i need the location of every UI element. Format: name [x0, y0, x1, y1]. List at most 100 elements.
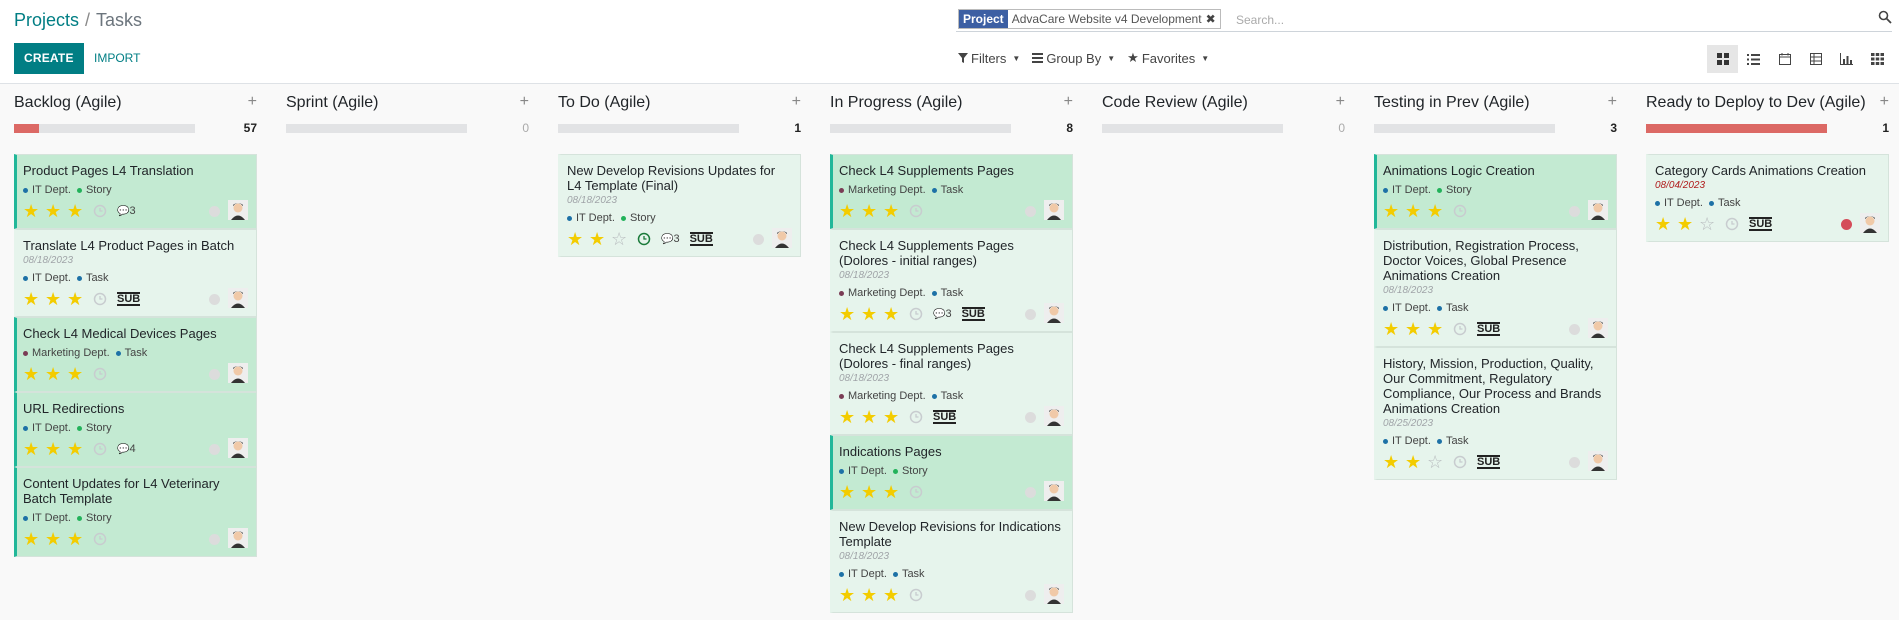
star-filled-icon[interactable]: ★: [861, 407, 883, 428]
favorites-dropdown[interactable]: ★ Favorites ▼: [1127, 50, 1209, 66]
avatar[interactable]: [772, 228, 792, 248]
star-filled-icon[interactable]: ★: [883, 482, 905, 503]
kanban-state-indicator[interactable]: [1841, 219, 1852, 230]
kanban-state-indicator[interactable]: [1025, 590, 1036, 601]
star-filled-icon[interactable]: ★: [883, 585, 905, 606]
filters-dropdown[interactable]: Filters ▼: [958, 50, 1020, 66]
kanban-state-indicator[interactable]: [1569, 324, 1580, 335]
avatar[interactable]: [228, 438, 248, 458]
subtask-icon[interactable]: SUB: [961, 307, 985, 321]
add-task-icon[interactable]: +: [1880, 93, 1889, 111]
grid-view-button[interactable]: [1862, 45, 1893, 73]
subtask-icon[interactable]: SUB: [1749, 217, 1773, 231]
star-filled-icon[interactable]: ★: [45, 201, 67, 222]
task-card[interactable]: Check L4 Supplements Pages Marketing Dept…: [830, 154, 1073, 229]
star-filled-icon[interactable]: ★: [883, 304, 905, 325]
star-filled-icon[interactable]: ★: [589, 229, 611, 250]
star-filled-icon[interactable]: ★: [45, 289, 67, 310]
column-title[interactable]: Sprint (Agile): [286, 94, 506, 112]
search-icon[interactable]: [1878, 10, 1892, 24]
search-input[interactable]: Search...: [1236, 13, 1284, 27]
kanban-state-indicator[interactable]: [753, 234, 764, 245]
task-card[interactable]: Category Cards Animations Creation 08/04/…: [1646, 154, 1889, 242]
calendar-view-button[interactable]: [1769, 45, 1800, 73]
clock-icon[interactable]: [93, 367, 107, 381]
kanban-state-indicator[interactable]: [209, 206, 220, 217]
column-progress-bar[interactable]: [1646, 124, 1827, 133]
clock-icon[interactable]: [1453, 204, 1467, 218]
add-task-icon[interactable]: +: [792, 93, 801, 111]
kanban-state-indicator[interactable]: [1025, 309, 1036, 320]
clock-icon[interactable]: [909, 410, 923, 424]
star-filled-icon[interactable]: ★: [1405, 201, 1427, 222]
star-filled-icon[interactable]: ★: [839, 304, 861, 325]
star-filled-icon[interactable]: ★: [1405, 319, 1427, 340]
add-task-icon[interactable]: +: [1064, 93, 1073, 111]
subtask-icon[interactable]: SUB: [1477, 455, 1501, 469]
avatar[interactable]: [1044, 584, 1064, 604]
star-filled-icon[interactable]: ★: [45, 364, 67, 385]
task-card[interactable]: Content Updates for L4 Veterinary Batch …: [14, 467, 257, 557]
kanban-state-indicator[interactable]: [1025, 412, 1036, 423]
graph-view-button[interactable]: [1831, 45, 1862, 73]
task-card[interactable]: Check L4 Supplements Pages (Dolores - in…: [830, 229, 1073, 332]
star-filled-icon[interactable]: ★: [839, 482, 861, 503]
breadcrumb-projects[interactable]: Projects: [14, 10, 79, 30]
clock-icon[interactable]: [93, 292, 107, 306]
clock-icon[interactable]: [93, 442, 107, 456]
add-task-icon[interactable]: +: [1608, 93, 1617, 111]
star-filled-icon[interactable]: ★: [1655, 214, 1677, 235]
star-filled-icon[interactable]: ★: [839, 201, 861, 222]
avatar[interactable]: [228, 200, 248, 220]
column-progress-bar[interactable]: [14, 124, 195, 133]
star-filled-icon[interactable]: ★: [45, 529, 67, 550]
star-filled-icon[interactable]: ★: [23, 364, 45, 385]
avatar[interactable]: [1044, 481, 1064, 501]
subtask-icon[interactable]: SUB: [1477, 322, 1501, 336]
star-empty-icon[interactable]: ☆: [611, 229, 633, 250]
star-filled-icon[interactable]: ★: [861, 585, 883, 606]
star-filled-icon[interactable]: ★: [67, 201, 89, 222]
column-progress-bar[interactable]: [830, 124, 1011, 133]
star-filled-icon[interactable]: ★: [1677, 214, 1699, 235]
clock-icon[interactable]: [1453, 322, 1467, 336]
star-filled-icon[interactable]: ★: [23, 289, 45, 310]
avatar[interactable]: [228, 363, 248, 383]
star-filled-icon[interactable]: ★: [839, 585, 861, 606]
star-filled-icon[interactable]: ★: [23, 439, 45, 460]
kanban-view-button[interactable]: [1707, 45, 1738, 73]
star-filled-icon[interactable]: ★: [1383, 319, 1405, 340]
avatar[interactable]: [1588, 200, 1608, 220]
avatar[interactable]: [1588, 451, 1608, 471]
task-card[interactable]: URL Redirections IT Dept. Story ★ ★ ★ 💬4: [14, 392, 257, 467]
star-filled-icon[interactable]: ★: [45, 439, 67, 460]
pivot-view-button[interactable]: [1800, 45, 1831, 73]
task-card[interactable]: Animations Logic Creation IT Dept. Story ★ ★…: [1374, 154, 1617, 229]
star-filled-icon[interactable]: ★: [861, 482, 883, 503]
column-title[interactable]: Testing in Prev (Agile): [1374, 94, 1594, 112]
avatar[interactable]: [1044, 303, 1064, 323]
star-filled-icon[interactable]: ★: [67, 529, 89, 550]
kanban-state-indicator[interactable]: [1569, 457, 1580, 468]
kanban-state-indicator[interactable]: [209, 294, 220, 305]
create-button[interactable]: CREATE: [14, 43, 84, 74]
search-bar[interactable]: Project AdvaCare Website v4 Development …: [956, 8, 1892, 32]
add-task-icon[interactable]: +: [520, 93, 529, 111]
clock-icon[interactable]: [909, 588, 923, 602]
star-filled-icon[interactable]: ★: [883, 407, 905, 428]
column-progress-bar[interactable]: [286, 124, 467, 133]
kanban-state-indicator[interactable]: [209, 534, 220, 545]
kanban-state-indicator[interactable]: [1025, 206, 1036, 217]
column-progress-bar[interactable]: [1374, 124, 1555, 133]
column-title[interactable]: Ready to Deploy to Dev (Agile): [1646, 94, 1866, 112]
avatar[interactable]: [1044, 406, 1064, 426]
star-filled-icon[interactable]: ★: [1383, 201, 1405, 222]
avatar[interactable]: [228, 288, 248, 308]
task-card[interactable]: Check L4 Medical Devices Pages Marketing …: [14, 317, 257, 392]
star-filled-icon[interactable]: ★: [23, 529, 45, 550]
star-filled-icon[interactable]: ★: [861, 201, 883, 222]
star-filled-icon[interactable]: ★: [883, 201, 905, 222]
star-empty-icon[interactable]: ☆: [1699, 214, 1721, 235]
kanban-state-indicator[interactable]: [1569, 206, 1580, 217]
add-task-icon[interactable]: +: [1336, 93, 1345, 111]
